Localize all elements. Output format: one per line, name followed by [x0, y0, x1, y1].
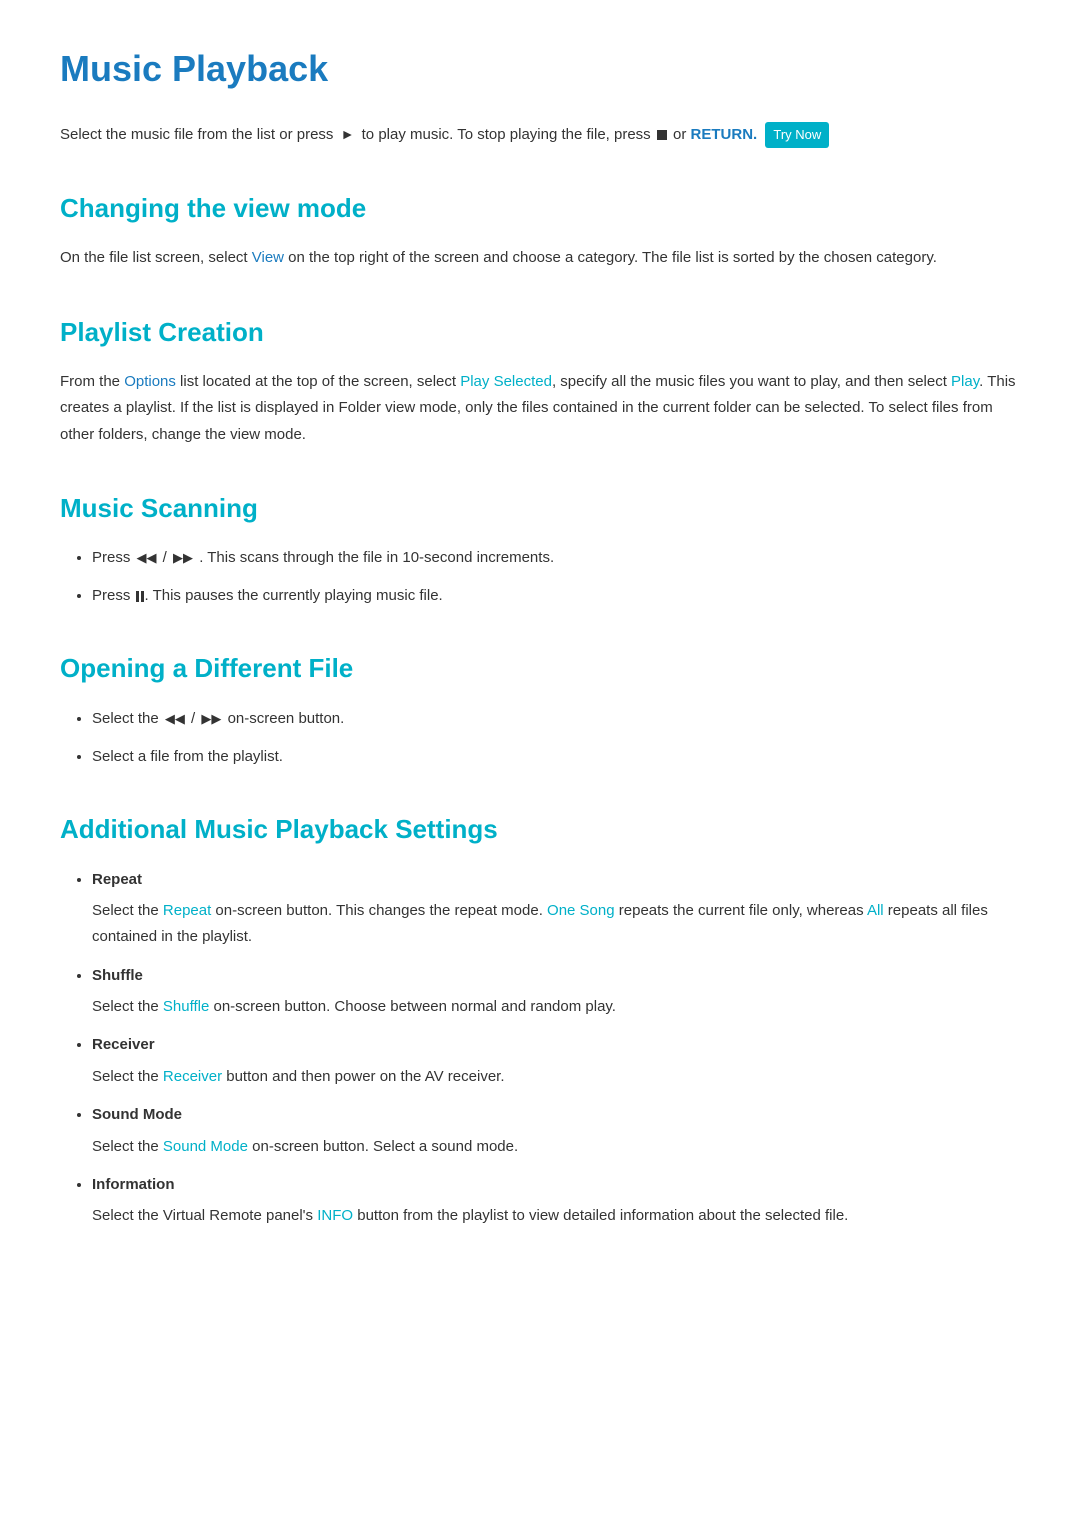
intro-text-before: Select the music file from the list or p… [60, 126, 333, 143]
list-item-information: Information Select the Virtual Remote pa… [92, 1172, 1020, 1230]
play-keyword: Play [951, 373, 979, 390]
section-title-additional-settings: Additional Music Playback Settings [60, 809, 1020, 851]
sound-mode-label: Sound Mode [92, 1106, 182, 1123]
section-changing-view-mode: Changing the view mode On the file list … [60, 188, 1020, 272]
opening-file-list: Select the ◀◀ / ▶▶ on-screen button. Sel… [60, 706, 1020, 769]
section-para-playlist-creation: From the Options list located at the top… [60, 369, 1020, 448]
section-title-opening-different-file: Opening a Different File [60, 648, 1020, 690]
sound-mode-desc: Select the Sound Mode on-screen button. … [92, 1134, 1020, 1160]
additional-settings-list: Repeat Select the Repeat on-screen butto… [60, 867, 1020, 1230]
receiver-keyword: Receiver [163, 1068, 222, 1085]
play-arrow-icon: ► [341, 126, 355, 142]
information-desc: Select the Virtual Remote panel's INFO b… [92, 1203, 1020, 1229]
section-title-changing-view-mode: Changing the view mode [60, 188, 1020, 230]
section-title-music-scanning: Music Scanning [60, 488, 1020, 530]
options-keyword: Options [124, 373, 176, 390]
all-keyword: All [867, 902, 884, 919]
section-playlist-creation: Playlist Creation From the Options list … [60, 312, 1020, 448]
information-label: Information [92, 1176, 175, 1193]
next-track-icon: ▶▶ [201, 711, 221, 726]
section-title-playlist-creation: Playlist Creation [60, 312, 1020, 354]
receiver-label: Receiver [92, 1036, 155, 1053]
music-scanning-list: Press ◀◀ / ▶▶ . This scans through the f… [60, 545, 1020, 608]
sound-mode-keyword: Sound Mode [163, 1138, 248, 1155]
shuffle-keyword: Shuffle [163, 998, 209, 1015]
intro-text-or: or [673, 126, 686, 143]
fast-forward-icon: ▶▶ [173, 550, 193, 565]
repeat-desc: Select the Repeat on-screen button. This… [92, 898, 1020, 951]
list-item-repeat: Repeat Select the Repeat on-screen butto… [92, 867, 1020, 951]
repeat-keyword: Repeat [163, 902, 211, 919]
repeat-label: Repeat [92, 871, 142, 888]
section-music-scanning: Music Scanning Press ◀◀ / ▶▶ . This scan… [60, 488, 1020, 609]
list-item: Press . This pauses the currently playin… [92, 583, 1020, 609]
section-additional-settings: Additional Music Playback Settings Repea… [60, 809, 1020, 1230]
shuffle-label: Shuffle [92, 967, 143, 984]
list-item: Press ◀◀ / ▶▶ . This scans through the f… [92, 545, 1020, 571]
rewind-icon: ◀◀ [137, 550, 157, 565]
intro-text-middle: to play music. To stop playing the file,… [362, 126, 651, 143]
page-title: Music Playback [60, 40, 1020, 98]
view-keyword: View [252, 249, 284, 266]
try-now-badge[interactable]: Try Now [765, 122, 829, 148]
receiver-desc: Select the Receiver button and then powe… [92, 1064, 1020, 1090]
list-item: Select the ◀◀ / ▶▶ on-screen button. [92, 706, 1020, 732]
list-item-shuffle: Shuffle Select the Shuffle on-screen but… [92, 963, 1020, 1021]
section-para-changing-view-mode: On the file list screen, select View on … [60, 245, 1020, 271]
list-item-sound-mode: Sound Mode Select the Sound Mode on-scre… [92, 1102, 1020, 1160]
shuffle-desc: Select the Shuffle on-screen button. Cho… [92, 994, 1020, 1020]
intro-paragraph: Select the music file from the list or p… [60, 122, 1020, 148]
prev-track-icon: ◀◀ [165, 711, 185, 726]
list-item: Select a file from the playlist. [92, 744, 1020, 770]
info-keyword: INFO [317, 1207, 353, 1224]
play-selected-keyword: Play Selected [460, 373, 552, 390]
stop-square-icon [657, 130, 667, 140]
section-opening-different-file: Opening a Different File Select the ◀◀ /… [60, 648, 1020, 769]
list-item-receiver: Receiver Select the Receiver button and … [92, 1032, 1020, 1090]
pause-icon [136, 591, 144, 602]
return-label: RETURN. [691, 126, 758, 143]
one-song-keyword: One Song [547, 902, 615, 919]
